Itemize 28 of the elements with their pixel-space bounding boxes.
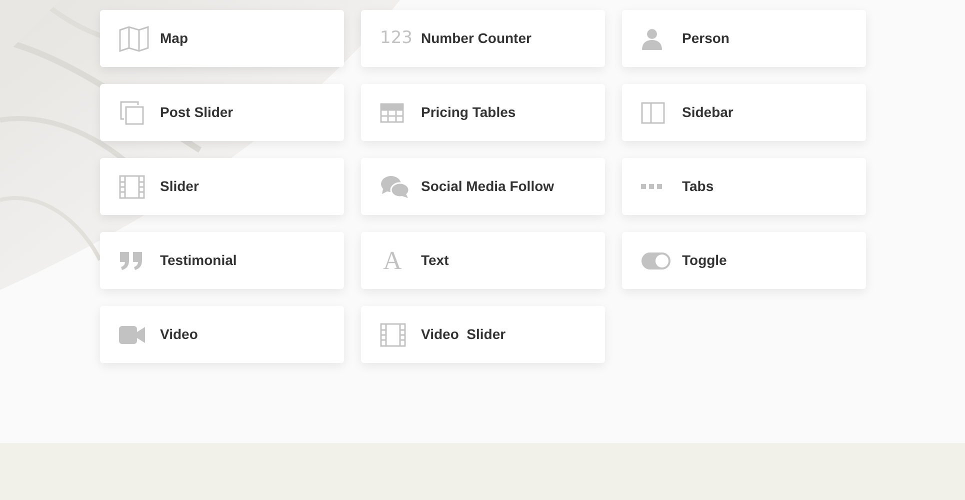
video-camera-icon xyxy=(119,326,145,344)
module-card[interactable]: Video xyxy=(100,306,344,363)
module-card[interactable]: Post Slider xyxy=(100,84,344,141)
module-card[interactable]: Sidebar xyxy=(622,84,866,141)
dots-icon xyxy=(641,184,663,190)
copies-icon xyxy=(119,100,145,126)
module-card[interactable]: A Text xyxy=(361,232,605,289)
person-icon xyxy=(641,28,663,50)
film-icon xyxy=(119,174,145,198)
module-card[interactable]: Slider xyxy=(100,158,344,215)
quote-icon xyxy=(119,250,143,270)
module-card[interactable]: Tabs xyxy=(622,158,866,215)
number-icon: 123 xyxy=(380,30,412,47)
module-card[interactable]: Pricing Tables xyxy=(361,84,605,141)
module-card[interactable]: Person xyxy=(622,10,866,67)
module-card[interactable]: 123 Number Counter xyxy=(361,10,605,67)
toggle-icon xyxy=(641,252,671,270)
module-card[interactable]: Toggle xyxy=(622,232,866,289)
sidebar-icon xyxy=(641,102,665,124)
map-icon xyxy=(119,26,149,52)
chat-icon xyxy=(380,174,410,198)
module-card[interactable]: Video Slider xyxy=(361,306,605,363)
film-icon xyxy=(380,322,406,346)
module-card[interactable]: Testimonial xyxy=(100,232,344,289)
module-card[interactable]: Map xyxy=(100,10,344,67)
letter-icon: A xyxy=(383,248,402,274)
module-card[interactable]: Social Media Follow xyxy=(361,158,605,215)
table-icon xyxy=(380,102,404,122)
